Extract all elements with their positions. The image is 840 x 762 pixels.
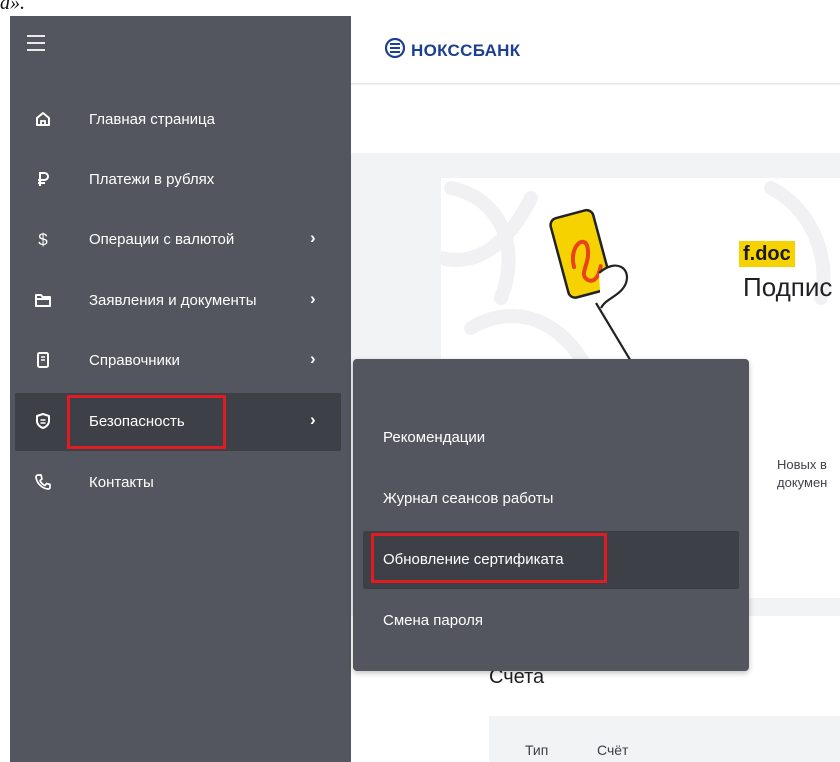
chevron-right-icon: › (310, 228, 316, 247)
fdoc-promo-banner[interactable]: f.doc Подпис (441, 178, 840, 388)
bank-app: Главная страница Платежи в рублях $ Опер… (10, 16, 840, 762)
submenu-item-change-password[interactable]: Смена пароля (363, 592, 739, 650)
card-text-line2: докумен (777, 475, 828, 490)
banner-title: Подпис (743, 272, 833, 302)
security-submenu: Рекомендации Журнал сеансов работы Обнов… (353, 359, 749, 671)
sidebar-item-label: Платежи в рублях (89, 171, 215, 188)
submenu-item-label: Рекомендации (383, 429, 486, 446)
bank-logo-text: НОКССБАНК (411, 40, 521, 60)
sidebar-item-currency[interactable]: $ Операции с валютой › (15, 211, 341, 269)
highlight-frame-certificate (371, 533, 607, 583)
chevron-right-icon: › (310, 349, 316, 368)
sidebar-item-directories[interactable]: Справочники › (15, 332, 341, 390)
sidebar-item-label: Заявления и документы (89, 292, 257, 309)
phone-icon (33, 473, 53, 493)
chevron-right-icon: › (310, 289, 316, 308)
submenu-item-label: Смена пароля (383, 612, 483, 629)
sidebar-item-documents[interactable]: Заявления и документы › (15, 272, 341, 330)
home-icon (33, 110, 53, 130)
dollar-icon: $ (38, 230, 48, 249)
top-bar: НОКССБАНК (351, 16, 840, 84)
sidebar-item-label: Операции с валютой (89, 231, 235, 248)
sidebar-item-label: Главная страница (89, 111, 215, 128)
chevron-right-icon: › (310, 410, 316, 429)
sidebar-item-home[interactable]: Главная страница (15, 91, 341, 149)
submenu-item-label: Журнал сеансов работы (383, 490, 554, 507)
bank-logo[interactable]: НОКССБАНК (384, 37, 521, 63)
card-text-line1: Новых в (777, 457, 827, 472)
sidebar: Главная страница Платежи в рублях $ Опер… (10, 16, 351, 762)
sidebar-item-label: Контакты (89, 474, 154, 491)
cut-off-caption: а». (0, 0, 25, 14)
submenu-item-session-log[interactable]: Журнал сеансов работы (363, 470, 739, 528)
ruble-icon (33, 170, 53, 190)
column-header-account[interactable]: Счёт (597, 742, 628, 758)
shield-icon (33, 412, 53, 432)
column-header-type[interactable]: Тип (525, 742, 548, 758)
hamburger-menu-icon[interactable] (27, 35, 45, 51)
highlight-frame-security (67, 395, 226, 449)
submenu-item-recommendations[interactable]: Рекомендации (363, 409, 739, 467)
sidebar-item-payments-rub[interactable]: Платежи в рублях (15, 151, 341, 209)
sidebar-item-label: Справочники (89, 352, 180, 369)
sidebar-item-contacts[interactable]: Контакты (15, 454, 341, 512)
folder-icon (33, 291, 53, 311)
sub-header (351, 85, 840, 153)
bank-logo-icon (384, 37, 406, 63)
fdoc-tag: f.doc (739, 241, 795, 267)
book-icon (33, 351, 53, 371)
accounts-table-header: Тип Счёт (489, 716, 840, 762)
